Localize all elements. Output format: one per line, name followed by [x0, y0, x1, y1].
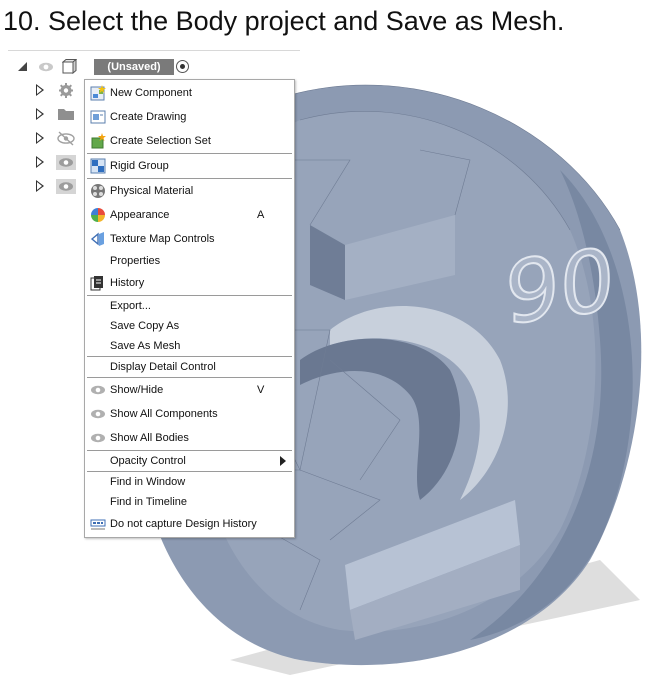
menu-label: History: [110, 277, 145, 289]
menu-separator: [87, 153, 292, 154]
menu-item-texture-map-controls[interactable]: Texture Map Controls: [85, 229, 294, 249]
menu-label: Physical Material: [110, 185, 194, 197]
drawing-icon: [90, 110, 106, 124]
menu-label: Show/Hide: [110, 384, 164, 396]
eye-icon[interactable]: [56, 179, 76, 194]
eye-icon: [91, 433, 105, 443]
selection-set-icon: [91, 133, 106, 149]
menu-item-create-drawing[interactable]: Create Drawing: [85, 107, 294, 127]
menu-label: Show All Bodies: [110, 432, 189, 444]
tree-row-folder[interactable]: [30, 105, 86, 125]
eye-icon[interactable]: [56, 155, 76, 170]
rigid-group-icon: [90, 158, 106, 174]
menu-label: Export...: [110, 300, 151, 312]
menu-label: Texture Map Controls: [110, 233, 215, 245]
texture-map-icon: [90, 232, 104, 246]
tree-row-visible-2[interactable]: [30, 177, 86, 197]
menu-item-save-copy-as[interactable]: Save Copy As: [85, 316, 294, 336]
menu-separator: [87, 377, 292, 378]
collapse-triangle-icon[interactable]: [18, 62, 27, 71]
menu-label: Rigid Group: [110, 160, 169, 172]
menu-item-appearance[interactable]: Appearance A: [85, 205, 294, 225]
expand-triangle-icon[interactable]: [36, 156, 44, 168]
eye-icon: [91, 385, 105, 395]
shortcut-label: A: [257, 209, 265, 221]
new-component-icon: [90, 85, 106, 101]
menu-item-display-detail-control[interactable]: Display Detail Control: [85, 357, 294, 377]
menu-separator: [87, 178, 292, 179]
menu-label: Save As Mesh: [110, 340, 181, 352]
expand-triangle-icon[interactable]: [36, 84, 44, 96]
menu-item-create-selection-set[interactable]: Create Selection Set: [85, 131, 294, 151]
eye-icon[interactable]: [38, 62, 54, 72]
browser-root-node[interactable]: (Unsaved): [14, 58, 194, 76]
gear-icon: [59, 83, 73, 98]
physical-material-icon: [91, 184, 105, 198]
menu-item-history[interactable]: History: [85, 273, 294, 293]
menu-item-physical-material[interactable]: Physical Material: [85, 181, 294, 201]
menu-label: Find in Window: [110, 476, 186, 488]
menu-item-find-in-window[interactable]: Find in Window: [85, 472, 294, 492]
menu-item-new-component[interactable]: New Component: [85, 83, 294, 103]
menu-label: Create Drawing: [110, 111, 187, 123]
expand-triangle-icon[interactable]: [36, 108, 44, 120]
eye-icon: [91, 409, 105, 419]
menu-label: Create Selection Set: [110, 135, 211, 147]
tree-row-hidden[interactable]: [30, 129, 86, 149]
model-numerals: 90: [505, 230, 614, 345]
menu-label: Save Copy As: [110, 320, 180, 332]
expand-triangle-icon[interactable]: [36, 132, 44, 144]
menu-item-properties[interactable]: Properties: [85, 251, 294, 271]
menu-label: Show All Components: [110, 408, 218, 420]
menu-label: Do not capture Design History: [110, 518, 257, 530]
menu-item-show-all-components[interactable]: Show All Components: [85, 404, 294, 424]
menu-label: New Component: [110, 87, 192, 99]
menu-item-no-design-history[interactable]: Do not capture Design History: [85, 514, 294, 534]
menu-item-rigid-group[interactable]: Rigid Group: [85, 156, 294, 176]
menu-item-find-in-timeline[interactable]: Find in Timeline: [85, 492, 294, 512]
menu-item-export[interactable]: Export...: [85, 296, 294, 316]
submenu-arrow-icon: [280, 456, 286, 466]
menu-item-opacity-control[interactable]: Opacity Control: [85, 451, 294, 471]
appearance-icon: [91, 208, 105, 222]
expand-triangle-icon[interactable]: [36, 180, 44, 192]
menu-item-show-all-bodies[interactable]: Show All Bodies: [85, 428, 294, 448]
design-history-icon: [90, 519, 106, 530]
menu-label: Opacity Control: [110, 455, 186, 467]
menu-item-save-as-mesh[interactable]: Save As Mesh: [85, 336, 294, 356]
document-name-label[interactable]: (Unsaved): [94, 59, 174, 75]
history-icon: [90, 276, 103, 291]
menu-label: Display Detail Control: [110, 361, 216, 373]
component-icon: [62, 59, 77, 74]
activate-radio-icon[interactable]: [176, 60, 189, 73]
menu-label: Properties: [110, 255, 161, 267]
menu-label: Appearance: [110, 209, 170, 221]
folder-icon: [58, 109, 74, 120]
tree-row-settings[interactable]: [30, 81, 86, 101]
shortcut-label: V: [257, 384, 265, 396]
menu-item-show-hide[interactable]: Show/Hide V: [85, 380, 294, 400]
context-menu: New Component Create Drawing Create Sele…: [84, 79, 295, 538]
tree-row-visible-1[interactable]: [30, 153, 86, 173]
menu-label: Find in Timeline: [110, 496, 188, 508]
eye-hidden-icon[interactable]: [56, 131, 76, 146]
